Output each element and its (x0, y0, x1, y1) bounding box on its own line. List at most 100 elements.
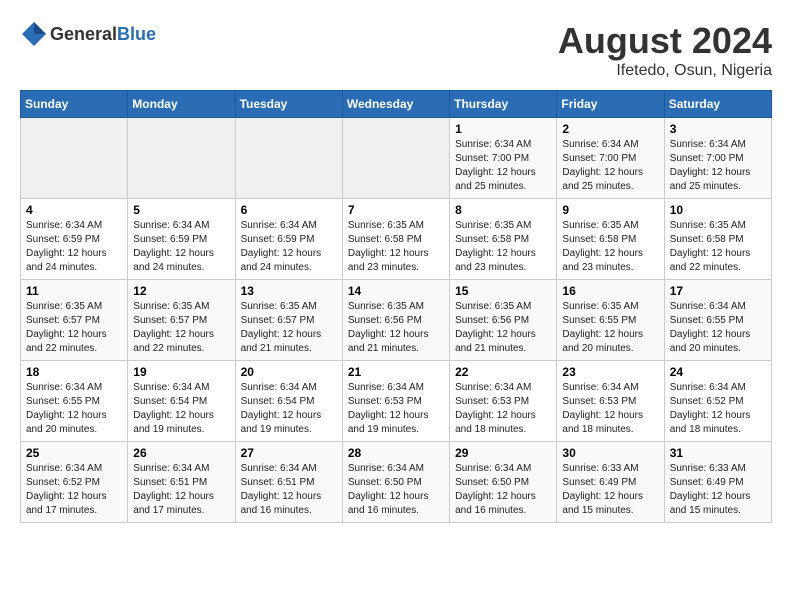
header: GeneralBlue August 2024 Ifetedo, Osun, N… (20, 20, 772, 80)
day-number: 18 (26, 365, 122, 379)
calendar-cell: 8 Sunrise: 6:35 AM Sunset: 6:58 PM Daylig… (450, 199, 557, 280)
calendar-cell: 10 Sunrise: 6:35 AM Sunset: 6:58 PM Dayli… (664, 199, 771, 280)
calendar-cell: 21 Sunrise: 6:34 AM Sunset: 6:53 PM Dayli… (342, 361, 449, 442)
day-number: 21 (348, 365, 444, 379)
calendar-table: SundayMondayTuesdayWednesdayThursdayFrid… (20, 90, 772, 523)
day-info: Sunrise: 6:35 AM Sunset: 6:56 PM Dayligh… (455, 300, 551, 356)
day-info: Sunrise: 6:34 AM Sunset: 6:59 PM Dayligh… (26, 219, 122, 275)
day-info: Sunrise: 6:34 AM Sunset: 6:51 PM Dayligh… (133, 462, 229, 518)
calendar-cell (235, 118, 342, 199)
calendar-cell: 12 Sunrise: 6:35 AM Sunset: 6:57 PM Dayli… (128, 280, 235, 361)
day-info: Sunrise: 6:33 AM Sunset: 6:49 PM Dayligh… (670, 462, 766, 518)
day-info: Sunrise: 6:34 AM Sunset: 6:59 PM Dayligh… (133, 219, 229, 275)
day-number: 15 (455, 284, 551, 298)
day-number: 29 (455, 446, 551, 460)
calendar-cell: 4 Sunrise: 6:34 AM Sunset: 6:59 PM Daylig… (21, 199, 128, 280)
day-info: Sunrise: 6:35 AM Sunset: 6:58 PM Dayligh… (455, 219, 551, 275)
day-number: 10 (670, 203, 766, 217)
calendar-cell: 14 Sunrise: 6:35 AM Sunset: 6:56 PM Dayli… (342, 280, 449, 361)
day-number: 6 (241, 203, 337, 217)
day-number: 26 (133, 446, 229, 460)
day-info: Sunrise: 6:33 AM Sunset: 6:49 PM Dayligh… (562, 462, 658, 518)
calendar-cell: 11 Sunrise: 6:35 AM Sunset: 6:57 PM Dayli… (21, 280, 128, 361)
weekday-header-monday: Monday (128, 91, 235, 118)
day-info: Sunrise: 6:34 AM Sunset: 6:50 PM Dayligh… (348, 462, 444, 518)
day-number: 5 (133, 203, 229, 217)
day-info: Sunrise: 6:35 AM Sunset: 6:57 PM Dayligh… (241, 300, 337, 356)
calendar-cell: 3 Sunrise: 6:34 AM Sunset: 7:00 PM Daylig… (664, 118, 771, 199)
day-number: 25 (26, 446, 122, 460)
day-number: 8 (455, 203, 551, 217)
calendar-week-row: 11 Sunrise: 6:35 AM Sunset: 6:57 PM Dayli… (21, 280, 772, 361)
title-area: August 2024 Ifetedo, Osun, Nigeria (558, 20, 772, 80)
calendar-week-row: 18 Sunrise: 6:34 AM Sunset: 6:55 PM Dayli… (21, 361, 772, 442)
day-number: 9 (562, 203, 658, 217)
day-info: Sunrise: 6:34 AM Sunset: 6:50 PM Dayligh… (455, 462, 551, 518)
calendar-cell: 2 Sunrise: 6:34 AM Sunset: 7:00 PM Daylig… (557, 118, 664, 199)
calendar-cell: 17Sunrise: 6:34 AM Sunset: 6:55 PM Dayli… (664, 280, 771, 361)
calendar-cell: 27 Sunrise: 6:34 AM Sunset: 6:51 PM Dayli… (235, 442, 342, 523)
day-info: Sunrise: 6:35 AM Sunset: 6:58 PM Dayligh… (348, 219, 444, 275)
day-number: 12 (133, 284, 229, 298)
day-info: Sunrise: 6:35 AM Sunset: 6:58 PM Dayligh… (562, 219, 658, 275)
logo-general-text: General (50, 24, 117, 44)
day-number: 31 (670, 446, 766, 460)
day-number: 17 (670, 284, 766, 298)
day-info: Sunrise: 6:35 AM Sunset: 6:56 PM Dayligh… (348, 300, 444, 356)
day-info: Sunrise: 6:34 AM Sunset: 6:53 PM Dayligh… (562, 381, 658, 437)
day-number: 3 (670, 122, 766, 136)
weekday-header-friday: Friday (557, 91, 664, 118)
calendar-cell: 9 Sunrise: 6:35 AM Sunset: 6:58 PM Daylig… (557, 199, 664, 280)
calendar-cell: 16Sunrise: 6:35 AM Sunset: 6:55 PM Dayli… (557, 280, 664, 361)
day-number: 7 (348, 203, 444, 217)
day-number: 22 (455, 365, 551, 379)
day-number: 11 (26, 284, 122, 298)
day-number: 13 (241, 284, 337, 298)
weekday-header-sunday: Sunday (21, 91, 128, 118)
day-info: Sunrise: 6:34 AM Sunset: 6:53 PM Dayligh… (455, 381, 551, 437)
calendar-week-row: 25 Sunrise: 6:34 AM Sunset: 6:52 PM Dayli… (21, 442, 772, 523)
calendar-cell: 7 Sunrise: 6:35 AM Sunset: 6:58 PM Daylig… (342, 199, 449, 280)
calendar-cell: 5 Sunrise: 6:34 AM Sunset: 6:59 PM Daylig… (128, 199, 235, 280)
calendar-cell: 6Sunrise: 6:34 AM Sunset: 6:59 PM Daylig… (235, 199, 342, 280)
calendar-cell: 30 Sunrise: 6:33 AM Sunset: 6:49 PM Dayli… (557, 442, 664, 523)
calendar-cell: 24Sunrise: 6:34 AM Sunset: 6:52 PM Dayli… (664, 361, 771, 442)
calendar-week-row: 1 Sunrise: 6:34 AM Sunset: 7:00 PM Daylig… (21, 118, 772, 199)
day-number: 28 (348, 446, 444, 460)
calendar-cell: 20Sunrise: 6:34 AM Sunset: 6:54 PM Dayli… (235, 361, 342, 442)
calendar-cell: 28 Sunrise: 6:34 AM Sunset: 6:50 PM Dayli… (342, 442, 449, 523)
day-number: 4 (26, 203, 122, 217)
calendar-cell: 15 Sunrise: 6:35 AM Sunset: 6:56 PM Dayli… (450, 280, 557, 361)
day-number: 2 (562, 122, 658, 136)
logo-icon (20, 20, 48, 48)
day-info: Sunrise: 6:35 AM Sunset: 6:58 PM Dayligh… (670, 219, 766, 275)
day-info: Sunrise: 6:34 AM Sunset: 7:00 PM Dayligh… (670, 138, 766, 194)
day-info: Sunrise: 6:35 AM Sunset: 6:57 PM Dayligh… (26, 300, 122, 356)
calendar-cell: 18 Sunrise: 6:34 AM Sunset: 6:55 PM Dayli… (21, 361, 128, 442)
day-number: 14 (348, 284, 444, 298)
weekday-header-wednesday: Wednesday (342, 91, 449, 118)
day-info: Sunrise: 6:34 AM Sunset: 6:52 PM Dayligh… (26, 462, 122, 518)
calendar-cell: 19Sunrise: 6:34 AM Sunset: 6:54 PM Dayli… (128, 361, 235, 442)
day-info: Sunrise: 6:35 AM Sunset: 6:57 PM Dayligh… (133, 300, 229, 356)
weekday-header-row: SundayMondayTuesdayWednesdayThursdayFrid… (21, 91, 772, 118)
weekday-header-thursday: Thursday (450, 91, 557, 118)
calendar-cell (342, 118, 449, 199)
day-number: 27 (241, 446, 337, 460)
calendar-cell: 22 Sunrise: 6:34 AM Sunset: 6:53 PM Dayli… (450, 361, 557, 442)
calendar-cell: 23Sunrise: 6:34 AM Sunset: 6:53 PM Dayli… (557, 361, 664, 442)
calendar-cell: 13 Sunrise: 6:35 AM Sunset: 6:57 PM Dayli… (235, 280, 342, 361)
day-info: Sunrise: 6:34 AM Sunset: 7:00 PM Dayligh… (562, 138, 658, 194)
day-info: Sunrise: 6:34 AM Sunset: 6:51 PM Dayligh… (241, 462, 337, 518)
calendar-cell: 29 Sunrise: 6:34 AM Sunset: 6:50 PM Dayli… (450, 442, 557, 523)
calendar-cell: 26 Sunrise: 6:34 AM Sunset: 6:51 PM Dayli… (128, 442, 235, 523)
calendar-cell (128, 118, 235, 199)
day-info: Sunrise: 6:34 AM Sunset: 6:52 PM Dayligh… (670, 381, 766, 437)
day-info: Sunrise: 6:34 AM Sunset: 6:53 PM Dayligh… (348, 381, 444, 437)
day-number: 1 (455, 122, 551, 136)
day-number: 30 (562, 446, 658, 460)
day-info: Sunrise: 6:34 AM Sunset: 6:54 PM Dayligh… (241, 381, 337, 437)
calendar-cell (21, 118, 128, 199)
day-info: Sunrise: 6:34 AM Sunset: 6:55 PM Dayligh… (26, 381, 122, 437)
calendar-cell: 25 Sunrise: 6:34 AM Sunset: 6:52 PM Dayli… (21, 442, 128, 523)
